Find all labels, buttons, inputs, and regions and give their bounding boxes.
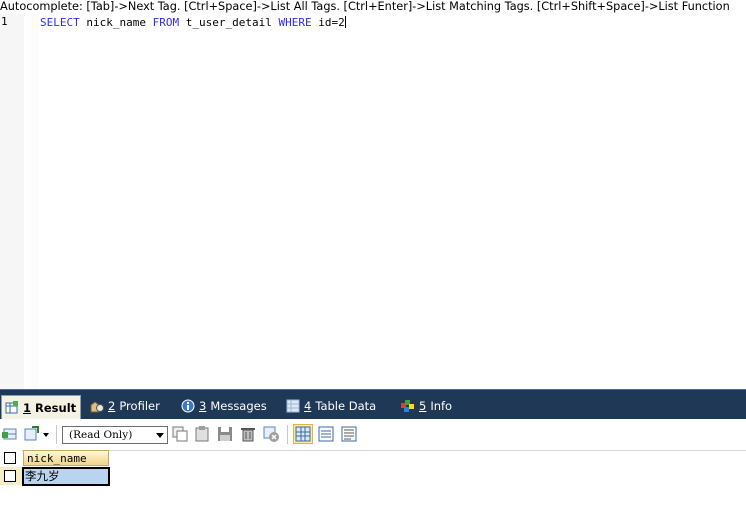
table-data-icon [286,399,300,413]
save-button[interactable] [217,426,233,442]
query-column: nick_name [79,16,153,29]
text-cursor [344,16,346,28]
form-view-icon [318,426,334,442]
export-button[interactable] [24,426,40,442]
autocomplete-hint: Autocomplete: [Tab]->Next Tag. [Ctrl+Spa… [0,0,730,13]
chevron-down-icon [43,433,49,437]
info-icon [401,399,415,413]
result-toolbar: (Read Only) [0,419,746,451]
keyword-select: SELECT [40,16,80,29]
text-view-button[interactable] [341,426,357,442]
line-number-gutter: 1 [0,14,38,390]
paste-rows-button[interactable] [194,426,210,442]
query-table: t_user_detail [179,16,279,29]
sql-editor[interactable] [38,14,746,390]
edit-mode-value: (Read Only) [69,429,133,441]
export-dropdown-button[interactable] [41,426,51,442]
tab-number: 3 [199,399,207,413]
select-all-cell [0,450,22,466]
row-selector [0,467,22,485]
tab-messages[interactable]: 3 Messages [181,396,267,416]
tab-number: 1 [23,400,32,415]
keyword-from: FROM [152,16,180,29]
toolbar-divider [287,425,288,444]
tab-number: 2 [108,399,116,413]
add-row-button[interactable] [2,426,18,442]
column-header-nick-name[interactable]: nick_name [23,450,109,466]
result-tab-bar: 1 Result 2 Profiler 3 Messages 4 Table D… [0,389,746,419]
tab-number: 4 [304,399,312,413]
cancel-changes-button[interactable] [263,426,279,442]
trash-icon [241,428,255,442]
keyword-where: WHERE [278,16,312,29]
text-view-icon [341,426,357,442]
tab-profiler[interactable]: 2 Profiler [90,396,160,416]
delete-row-button[interactable] [240,426,256,442]
tab-result[interactable]: 1 Result [1,395,82,419]
line-number: 1 [1,15,8,28]
tab-label: Result [35,400,77,415]
table-cell[interactable]: 李九岁 [22,467,110,486]
edit-mode-select[interactable]: (Read Only) [62,426,168,444]
messages-icon [181,399,195,413]
chevron-down-icon [156,433,164,438]
sql-query-line[interactable]: SELECT nick_name FROM t_user_detail WHER… [40,15,346,30]
tab-label: Messages [210,399,267,413]
tab-label: Table Data [315,399,377,413]
query-condition: id=2 [311,16,345,29]
tab-label: Info [430,399,453,413]
tab-info[interactable]: 5 Info [401,396,452,416]
form-view-button[interactable] [318,426,334,442]
tab-table-data[interactable]: 4 Table Data [286,396,376,416]
toolbar-divider [56,425,57,444]
profiler-icon [90,399,104,413]
result-grid-icon [5,400,19,415]
copy-rows-button[interactable] [172,426,188,442]
export-icon [24,426,39,441]
grid-view-button[interactable] [293,424,313,444]
select-all-checkbox[interactable] [4,452,16,464]
add-row-icon [2,428,17,440]
row-checkbox[interactable] [4,470,16,482]
tab-label: Profiler [119,399,160,413]
copy-icon [172,426,188,442]
cancel-icon [263,426,279,442]
save-icon [218,427,232,441]
paste-icon [195,426,209,442]
tab-number: 5 [419,399,427,413]
grid-view-icon [295,426,311,442]
